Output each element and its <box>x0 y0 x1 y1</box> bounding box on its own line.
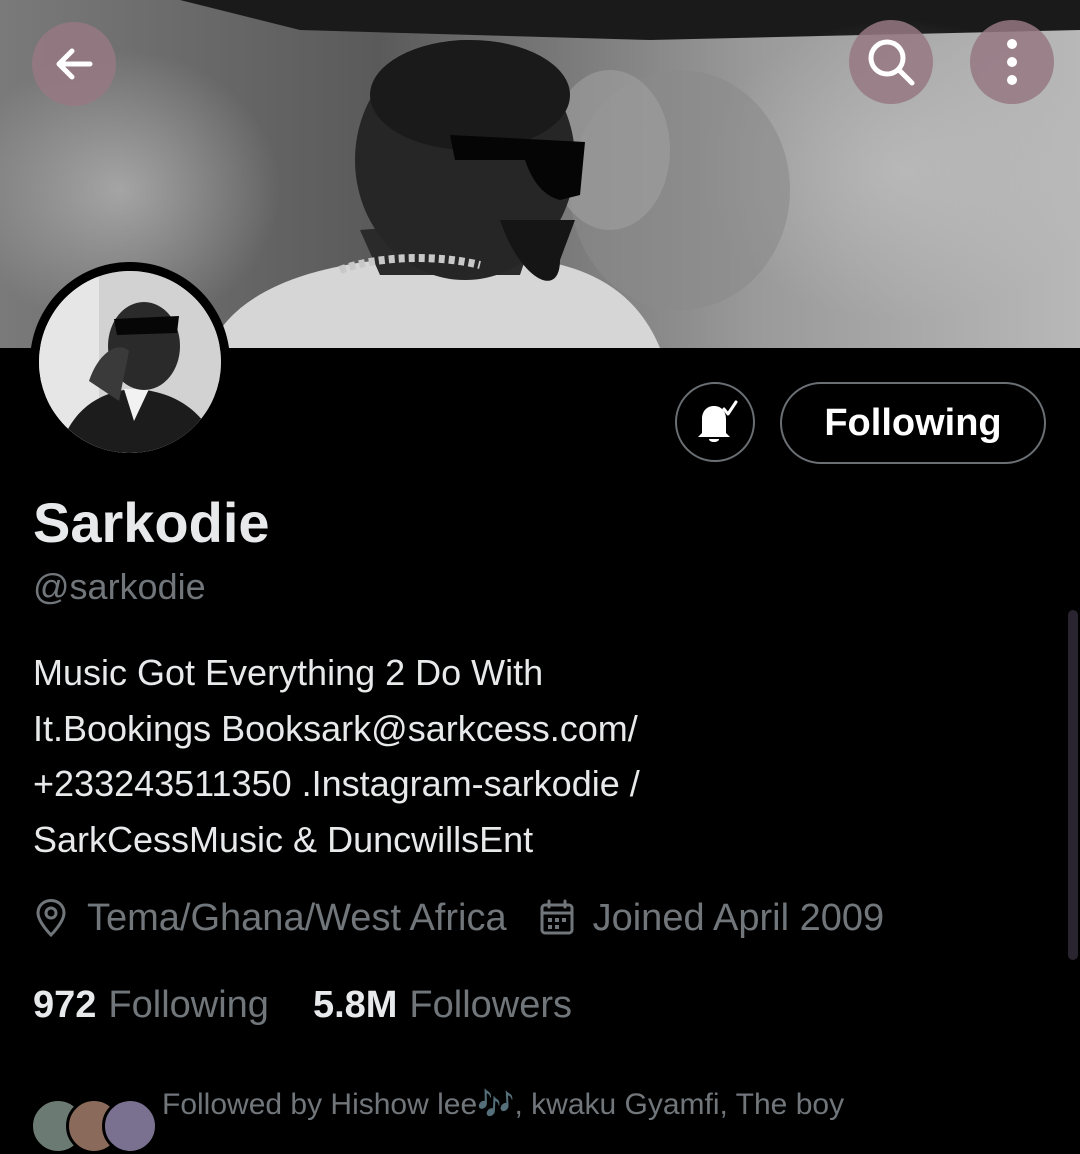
joined-text: Joined April 2009 <box>592 896 885 939</box>
bio-line-with-email[interactable]: It.Bookings Booksark@sarkcess.com/ <box>33 701 1033 757</box>
followers-label: Followers <box>409 983 573 1026</box>
back-button[interactable] <box>32 22 116 106</box>
following-count: 972 <box>33 983 97 1026</box>
followed-by-text: Followed by Hishow lee🎶, kwaku Gyamfi, T… <box>162 1088 845 1121</box>
search-icon <box>868 39 915 86</box>
profile-name: Sarkodie <box>33 491 270 554</box>
more-options-button[interactable] <box>970 20 1054 104</box>
avatar <box>102 1098 158 1154</box>
more-vertical-icon <box>1007 39 1017 85</box>
profile-bio: Music Got Everything 2 Do With It.Bookin… <box>33 645 1033 867</box>
profile-avatar[interactable] <box>30 262 230 462</box>
followed-by-row[interactable]: Followed by Hishow lee🎶, kwaku Gyamfi, T… <box>30 1088 845 1154</box>
following-label: Following <box>108 983 269 1026</box>
location-pin-icon <box>36 898 66 938</box>
joined-item: Joined April 2009 <box>539 896 885 940</box>
avatar-image <box>39 271 221 453</box>
location-text: Tema/Ghana/West Africa <box>87 896 507 939</box>
search-button[interactable] <box>849 20 933 104</box>
scrollbar[interactable] <box>1068 610 1078 960</box>
bio-line: +233243511350 .Instagram-sarkodie / <box>33 763 640 804</box>
followers-count: 5.8M <box>312 983 398 1026</box>
profile-stats: 972 Following 5.8M Followers <box>33 980 572 1030</box>
location-item: Tema/Ghana/West Africa <box>33 897 507 940</box>
bell-check-icon <box>698 400 738 442</box>
followers-stat[interactable]: 5.8M Followers <box>313 984 572 1027</box>
notifications-toggle-button[interactable] <box>675 382 755 462</box>
followed-by-avatars <box>30 1088 158 1154</box>
following-button[interactable]: Following <box>780 382 1046 464</box>
profile-meta: Tema/Ghana/West Africa Joined April 2009 <box>33 893 884 943</box>
following-stat[interactable]: 972 Following <box>33 984 269 1027</box>
calendar-icon <box>540 899 574 935</box>
bio-line: Music Got Everything 2 Do With <box>33 652 544 693</box>
profile-handle: @sarkodie <box>33 566 206 607</box>
bio-line: SarkCessMusic & DuncwillsEnt <box>33 818 534 860</box>
arrow-left-icon <box>56 48 93 80</box>
